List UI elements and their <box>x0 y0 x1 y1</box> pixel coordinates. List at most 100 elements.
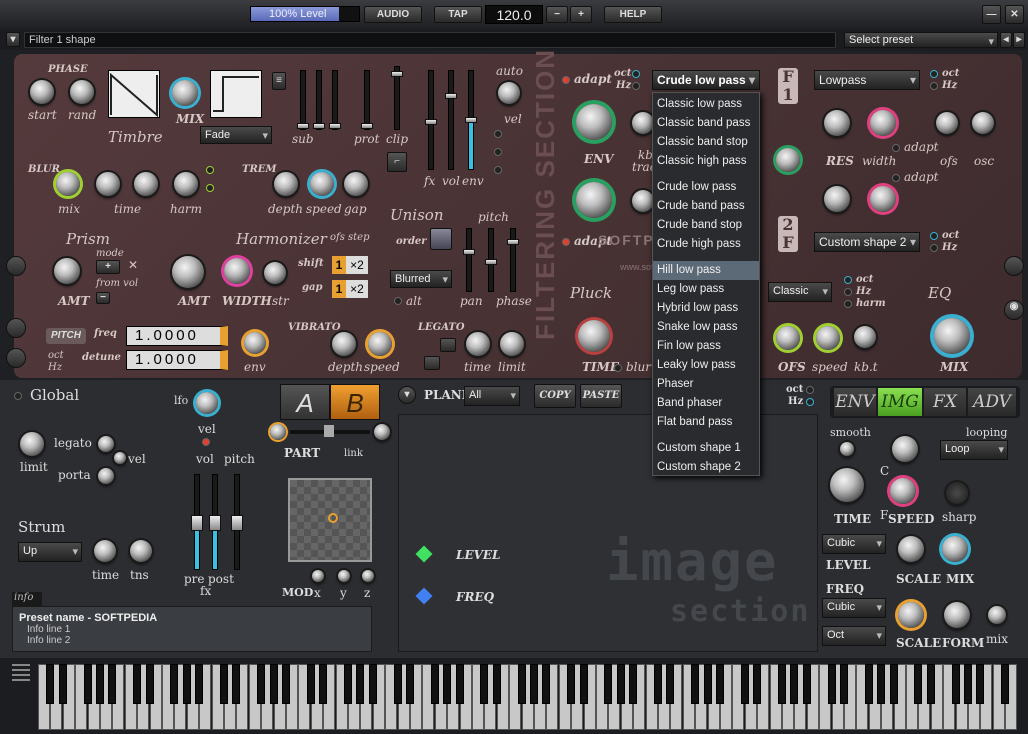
unison-mode-select[interactable]: Blurred <box>390 270 452 288</box>
unison-slider-1[interactable] <box>463 228 475 292</box>
tab-adv[interactable]: ADV <box>968 388 1016 416</box>
adapt2-led[interactable] <box>562 238 570 246</box>
dropdown-item[interactable]: Leg low pass <box>653 280 759 299</box>
eq-speed-knob[interactable] <box>816 326 840 350</box>
mod-y-knob[interactable] <box>338 570 350 582</box>
strum-time-knob[interactable] <box>94 540 116 562</box>
filter-shape-dropdown[interactable]: Classic low pass Classic band pass Classic… <box>652 92 760 476</box>
global-led[interactable] <box>14 392 22 400</box>
timbre-wave-display[interactable] <box>108 70 160 118</box>
width2-knob[interactable] <box>870 186 896 212</box>
tempo-minus-button[interactable]: − <box>546 6 568 23</box>
paste-button[interactable]: PASTE <box>580 384 622 408</box>
piano-black-key[interactable] <box>914 664 923 704</box>
freq-unit-select[interactable]: Oct <box>822 626 886 646</box>
filter1-type-select[interactable]: Crude low pass ▾ <box>652 70 760 90</box>
blur-led-1[interactable] <box>206 166 214 174</box>
rand-knob[interactable] <box>70 80 94 104</box>
piano-black-key[interactable] <box>753 664 762 704</box>
piano-black-key[interactable] <box>480 664 489 704</box>
eq-harm-led[interactable] <box>844 300 852 308</box>
piano-black-key[interactable] <box>96 664 104 704</box>
level-scale-knob[interactable] <box>898 536 924 562</box>
piano-black-key[interactable] <box>616 664 625 704</box>
piano-black-key[interactable] <box>430 664 439 704</box>
audio-button[interactable]: AUDIO <box>364 6 422 23</box>
f1-hz-led[interactable] <box>930 82 938 90</box>
mix-knob[interactable] <box>172 80 198 106</box>
img-sharp-knob[interactable] <box>946 482 968 504</box>
unison-slider-2[interactable] <box>485 228 497 292</box>
piano-black-key[interactable] <box>530 664 538 704</box>
side-button-1[interactable] <box>6 256 26 276</box>
piano-black-key[interactable] <box>889 664 898 704</box>
piano-black-key[interactable] <box>319 664 328 704</box>
lfo-knob[interactable] <box>196 392 218 414</box>
dropdown-item[interactable]: Band phaser <box>653 394 759 413</box>
part-b-tab[interactable]: B <box>330 384 380 420</box>
f1-adapt-led[interactable] <box>892 144 900 152</box>
piano-black-key[interactable] <box>716 664 724 704</box>
plane-oct-led[interactable] <box>806 386 814 394</box>
freq-scale-knob[interactable] <box>898 602 924 628</box>
minimize-button[interactable]: — <box>982 5 1001 24</box>
pre-slider[interactable] <box>191 474 203 570</box>
dropdown-item[interactable]: Crude high pass <box>653 235 759 254</box>
looping-select[interactable]: Loop <box>940 440 1008 460</box>
auto-knob[interactable] <box>498 82 520 104</box>
dropdown-item[interactable]: Hybrid low pass <box>653 299 759 318</box>
shift-display-2[interactable]: ×2 <box>346 256 368 274</box>
filter-link-knob[interactable] <box>776 148 800 172</box>
plane-menu-button[interactable]: ▾ <box>398 386 416 404</box>
timbre-wave-display-2[interactable] <box>210 70 262 118</box>
piano-black-key[interactable] <box>133 664 142 704</box>
piano-black-key[interactable] <box>579 664 588 704</box>
filter1-kb-knob[interactable] <box>632 112 654 134</box>
f2-hz-led[interactable] <box>930 244 938 252</box>
f2-oct-led[interactable] <box>930 232 938 240</box>
res-knob[interactable] <box>824 110 850 136</box>
strum-tns-knob[interactable] <box>130 540 152 562</box>
osc-knob[interactable] <box>972 112 994 134</box>
piano-black-key[interactable] <box>306 664 315 704</box>
global-legato-knob[interactable] <box>98 436 114 452</box>
shift-display-1[interactable]: 1 <box>332 256 346 274</box>
piano-black-key[interactable] <box>492 664 501 704</box>
pluck-time-knob[interactable] <box>578 320 610 352</box>
piano-black-key[interactable] <box>145 664 154 704</box>
freq-display[interactable]: 1.0000 <box>126 326 228 346</box>
dropdown-item[interactable]: Custom shape 1 <box>653 439 759 458</box>
eq-mix-knob[interactable] <box>934 318 970 354</box>
dropdown-item[interactable]: Phaser <box>653 375 759 394</box>
prism-minus-button[interactable]: − <box>96 292 110 304</box>
freq-form-knob[interactable] <box>944 602 970 628</box>
prism-add-button[interactable]: + <box>96 260 120 274</box>
tap-button[interactable]: TAP <box>434 6 482 23</box>
eq-hz-led[interactable] <box>844 288 852 296</box>
env-slider[interactable] <box>465 70 477 170</box>
strum-direction-select[interactable]: Up <box>18 542 82 562</box>
vol-slider[interactable] <box>445 70 457 170</box>
side-button-3[interactable] <box>6 348 26 368</box>
legato-button-2[interactable] <box>424 356 440 370</box>
part-a-knob[interactable] <box>270 424 286 440</box>
mod-z-knob[interactable] <box>362 570 374 582</box>
piano-black-key[interactable] <box>393 664 402 704</box>
piano-black-key[interactable] <box>654 664 662 704</box>
adapt-led[interactable] <box>562 76 570 84</box>
prism-amt-knob[interactable] <box>54 258 80 284</box>
piano-black-key[interactable] <box>840 664 848 704</box>
start-knob[interactable] <box>30 80 54 104</box>
dropdown-item[interactable]: Leaky low pass <box>653 356 759 375</box>
tab-env[interactable]: ENV <box>834 388 876 416</box>
legato-button-1[interactable] <box>440 338 456 352</box>
piano-black-key[interactable] <box>802 664 811 704</box>
piano-black-key[interactable] <box>83 664 92 704</box>
detune-display[interactable]: 1.0000 <box>126 350 228 370</box>
copy-button[interactable]: COPY <box>534 384 576 408</box>
part-crossfader[interactable] <box>290 425 370 437</box>
side-button-2[interactable] <box>6 318 26 338</box>
filter-hz-led[interactable] <box>632 82 640 90</box>
harmonizer-amt-knob[interactable] <box>172 256 204 288</box>
piano-black-key[interactable] <box>604 664 613 704</box>
